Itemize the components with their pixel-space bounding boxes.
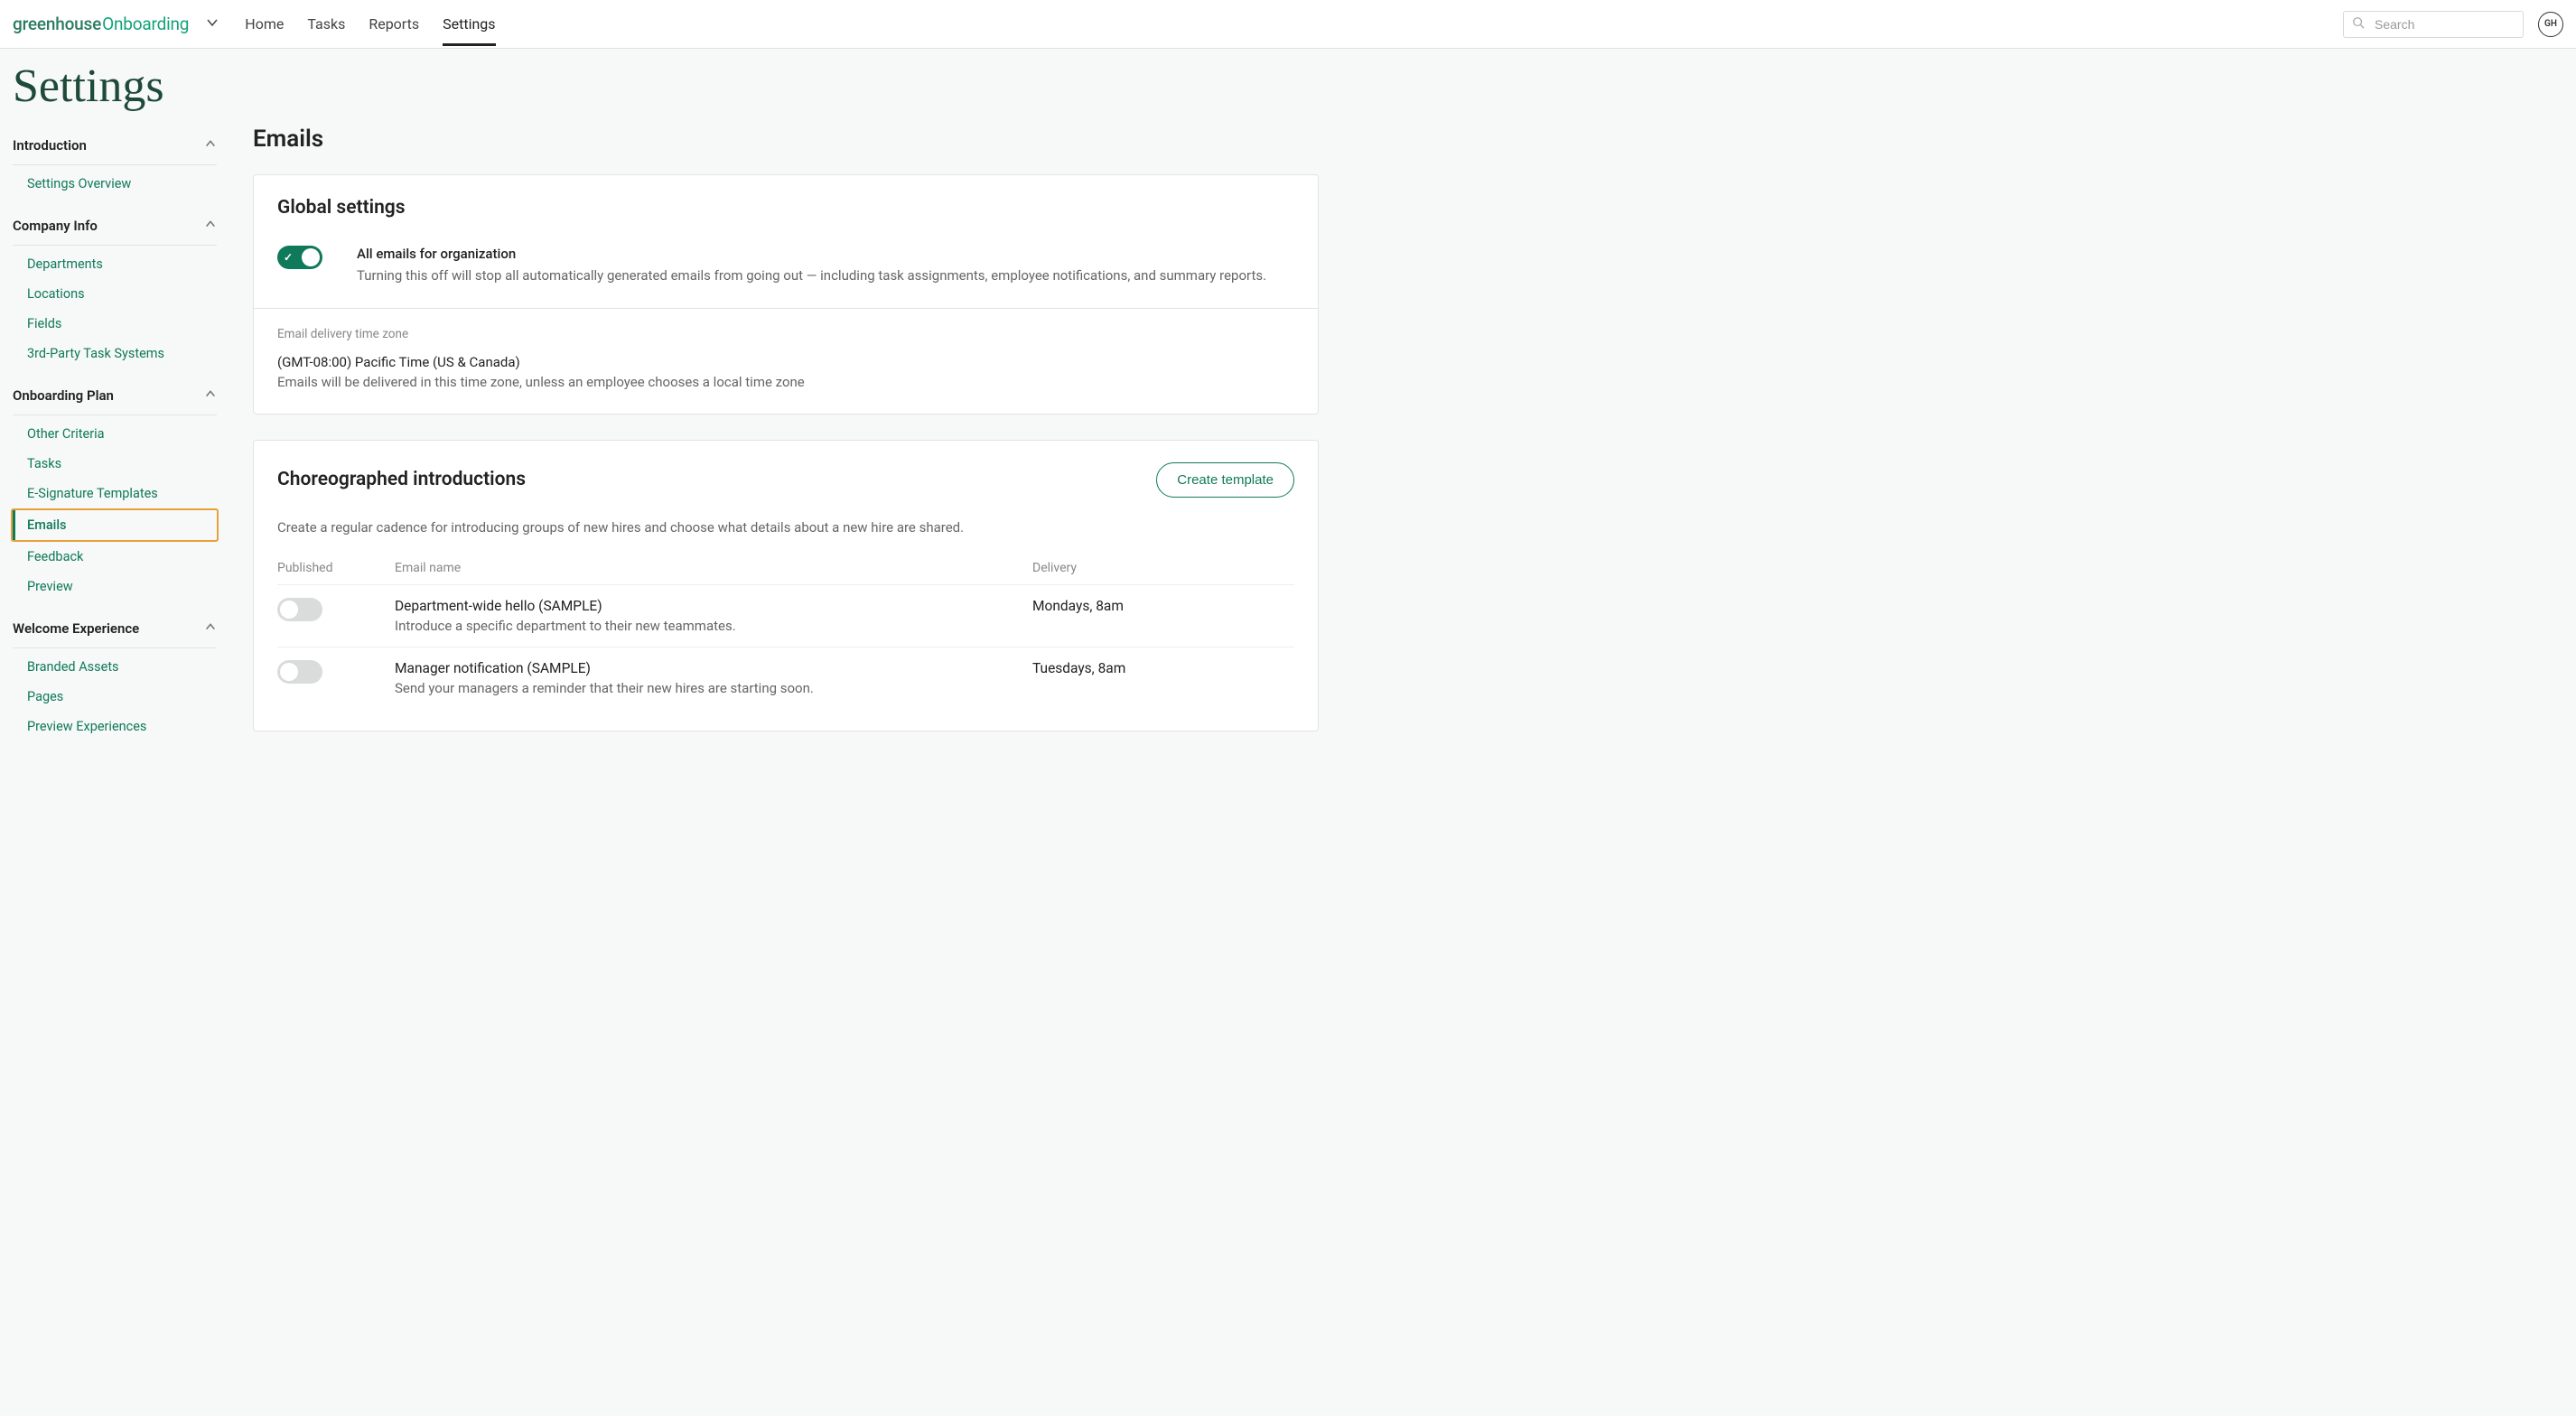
sidebar-item-esig-templates[interactable]: E-Signature Templates: [13, 479, 217, 508]
sidebar-item-fields[interactable]: Fields: [13, 309, 217, 339]
col-email-name: Email name: [395, 561, 1032, 575]
email-name[interactable]: Manager notification (SAMPLE): [395, 660, 1032, 676]
sidebar-item-feedback[interactable]: Feedback: [13, 542, 217, 572]
choreographed-card: Choreographed introductions Create templ…: [253, 440, 1319, 731]
search-icon: [2352, 16, 2365, 33]
search-input[interactable]: [2343, 11, 2524, 38]
sidebar-item-3rd-party[interactable]: 3rd-Party Task Systems: [13, 339, 217, 368]
sidebar-item-departments[interactable]: Departments: [13, 249, 217, 279]
toggle-knob: [280, 663, 298, 681]
global-settings-card: Global settings ✓ All emails for organiz…: [253, 174, 1319, 415]
nav-home[interactable]: Home: [245, 3, 284, 46]
timezone-desc: Emails will be delivered in this time zo…: [277, 374, 1294, 390]
sidebar-group-onboarding-plan[interactable]: Onboarding Plan: [13, 376, 217, 415]
sidebar-item-other-criteria[interactable]: Other Criteria: [13, 419, 217, 449]
sidebar-item-pages[interactable]: Pages: [13, 682, 217, 712]
logo[interactable]: greenhouse Onboarding: [13, 14, 189, 34]
choreo-desc: Create a regular cadence for introducing…: [277, 519, 1294, 536]
logo-text-2: Onboarding: [102, 14, 189, 34]
email-desc: Send your managers a reminder that their…: [395, 680, 1032, 696]
nav-settings[interactable]: Settings: [443, 3, 495, 46]
delivery-value: Mondays, 8am: [1032, 598, 1294, 614]
sidebar-item-tasks[interactable]: Tasks: [13, 449, 217, 479]
all-emails-text: All emails for organization Turning this…: [357, 246, 1266, 286]
sidebar-group-label: Onboarding Plan: [13, 387, 114, 404]
primary-nav: Home Tasks Reports Settings: [245, 3, 495, 46]
all-emails-toggle[interactable]: ✓: [277, 246, 322, 269]
nav-tasks[interactable]: Tasks: [307, 3, 345, 46]
choreo-title: Choreographed introductions: [277, 469, 526, 490]
chevron-up-icon: [204, 620, 217, 637]
toggle-knob: [280, 601, 298, 619]
main-heading: Emails: [253, 126, 1319, 153]
avatar[interactable]: GH: [2538, 12, 2563, 37]
email-name[interactable]: Department-wide hello (SAMPLE): [395, 598, 1032, 614]
sidebar-group-company-info[interactable]: Company Info: [13, 206, 217, 246]
timezone-value: (GMT-08:00) Pacific Time (US & Canada): [277, 354, 1294, 370]
toggle-knob: [302, 248, 320, 266]
page-title: Settings: [0, 49, 2576, 116]
published-toggle[interactable]: [277, 598, 322, 621]
app-header: greenhouse Onboarding Home Tasks Reports…: [0, 0, 2576, 49]
sidebar-item-emails[interactable]: Emails: [13, 510, 217, 540]
published-toggle[interactable]: [277, 660, 322, 684]
product-switcher-caret[interactable]: [205, 15, 219, 33]
highlight-box: Emails: [11, 508, 219, 542]
global-settings-title: Global settings: [277, 197, 1294, 219]
sidebar-item-preview[interactable]: Preview: [13, 572, 217, 601]
nav-reports[interactable]: Reports: [369, 3, 419, 46]
logo-text-1: greenhouse: [13, 14, 101, 34]
email-desc: Introduce a specific department to their…: [395, 618, 1032, 634]
create-template-button[interactable]: Create template: [1156, 462, 1294, 498]
sidebar-item-preview-experiences[interactable]: Preview Experiences: [13, 712, 217, 741]
sidebar-item-settings-overview[interactable]: Settings Overview: [13, 169, 217, 199]
search-container: [2343, 11, 2524, 38]
check-icon: ✓: [284, 251, 293, 264]
table-row: Manager notification (SAMPLE) Send your …: [277, 647, 1294, 709]
sidebar-group-welcome-experience[interactable]: Welcome Experience: [13, 609, 217, 648]
delivery-value: Tuesdays, 8am: [1032, 660, 1294, 676]
timezone-section: Email delivery time zone (GMT-08:00) Pac…: [254, 308, 1318, 414]
timezone-label: Email delivery time zone: [277, 327, 1294, 341]
chevron-up-icon: [204, 136, 217, 154]
main-content: Emails Global settings ✓ All emails for …: [253, 126, 1319, 757]
chevron-up-icon: [204, 387, 217, 404]
sidebar-group-label: Welcome Experience: [13, 620, 139, 637]
sidebar-group-introduction[interactable]: Introduction: [13, 126, 217, 165]
table-header: Published Email name Delivery: [277, 561, 1294, 584]
settings-sidebar: Introduction Settings Overview Company I…: [13, 126, 217, 757]
col-delivery: Delivery: [1032, 561, 1294, 575]
table-row: Department-wide hello (SAMPLE) Introduce…: [277, 584, 1294, 647]
sidebar-item-locations[interactable]: Locations: [13, 279, 217, 309]
col-published: Published: [277, 561, 395, 575]
sidebar-group-label: Company Info: [13, 218, 98, 234]
sidebar-group-label: Introduction: [13, 137, 87, 154]
sidebar-item-branded-assets[interactable]: Branded Assets: [13, 652, 217, 682]
chevron-up-icon: [204, 217, 217, 234]
all-emails-title: All emails for organization: [357, 246, 1266, 262]
all-emails-desc: Turning this off will stop all automatic…: [357, 266, 1266, 286]
